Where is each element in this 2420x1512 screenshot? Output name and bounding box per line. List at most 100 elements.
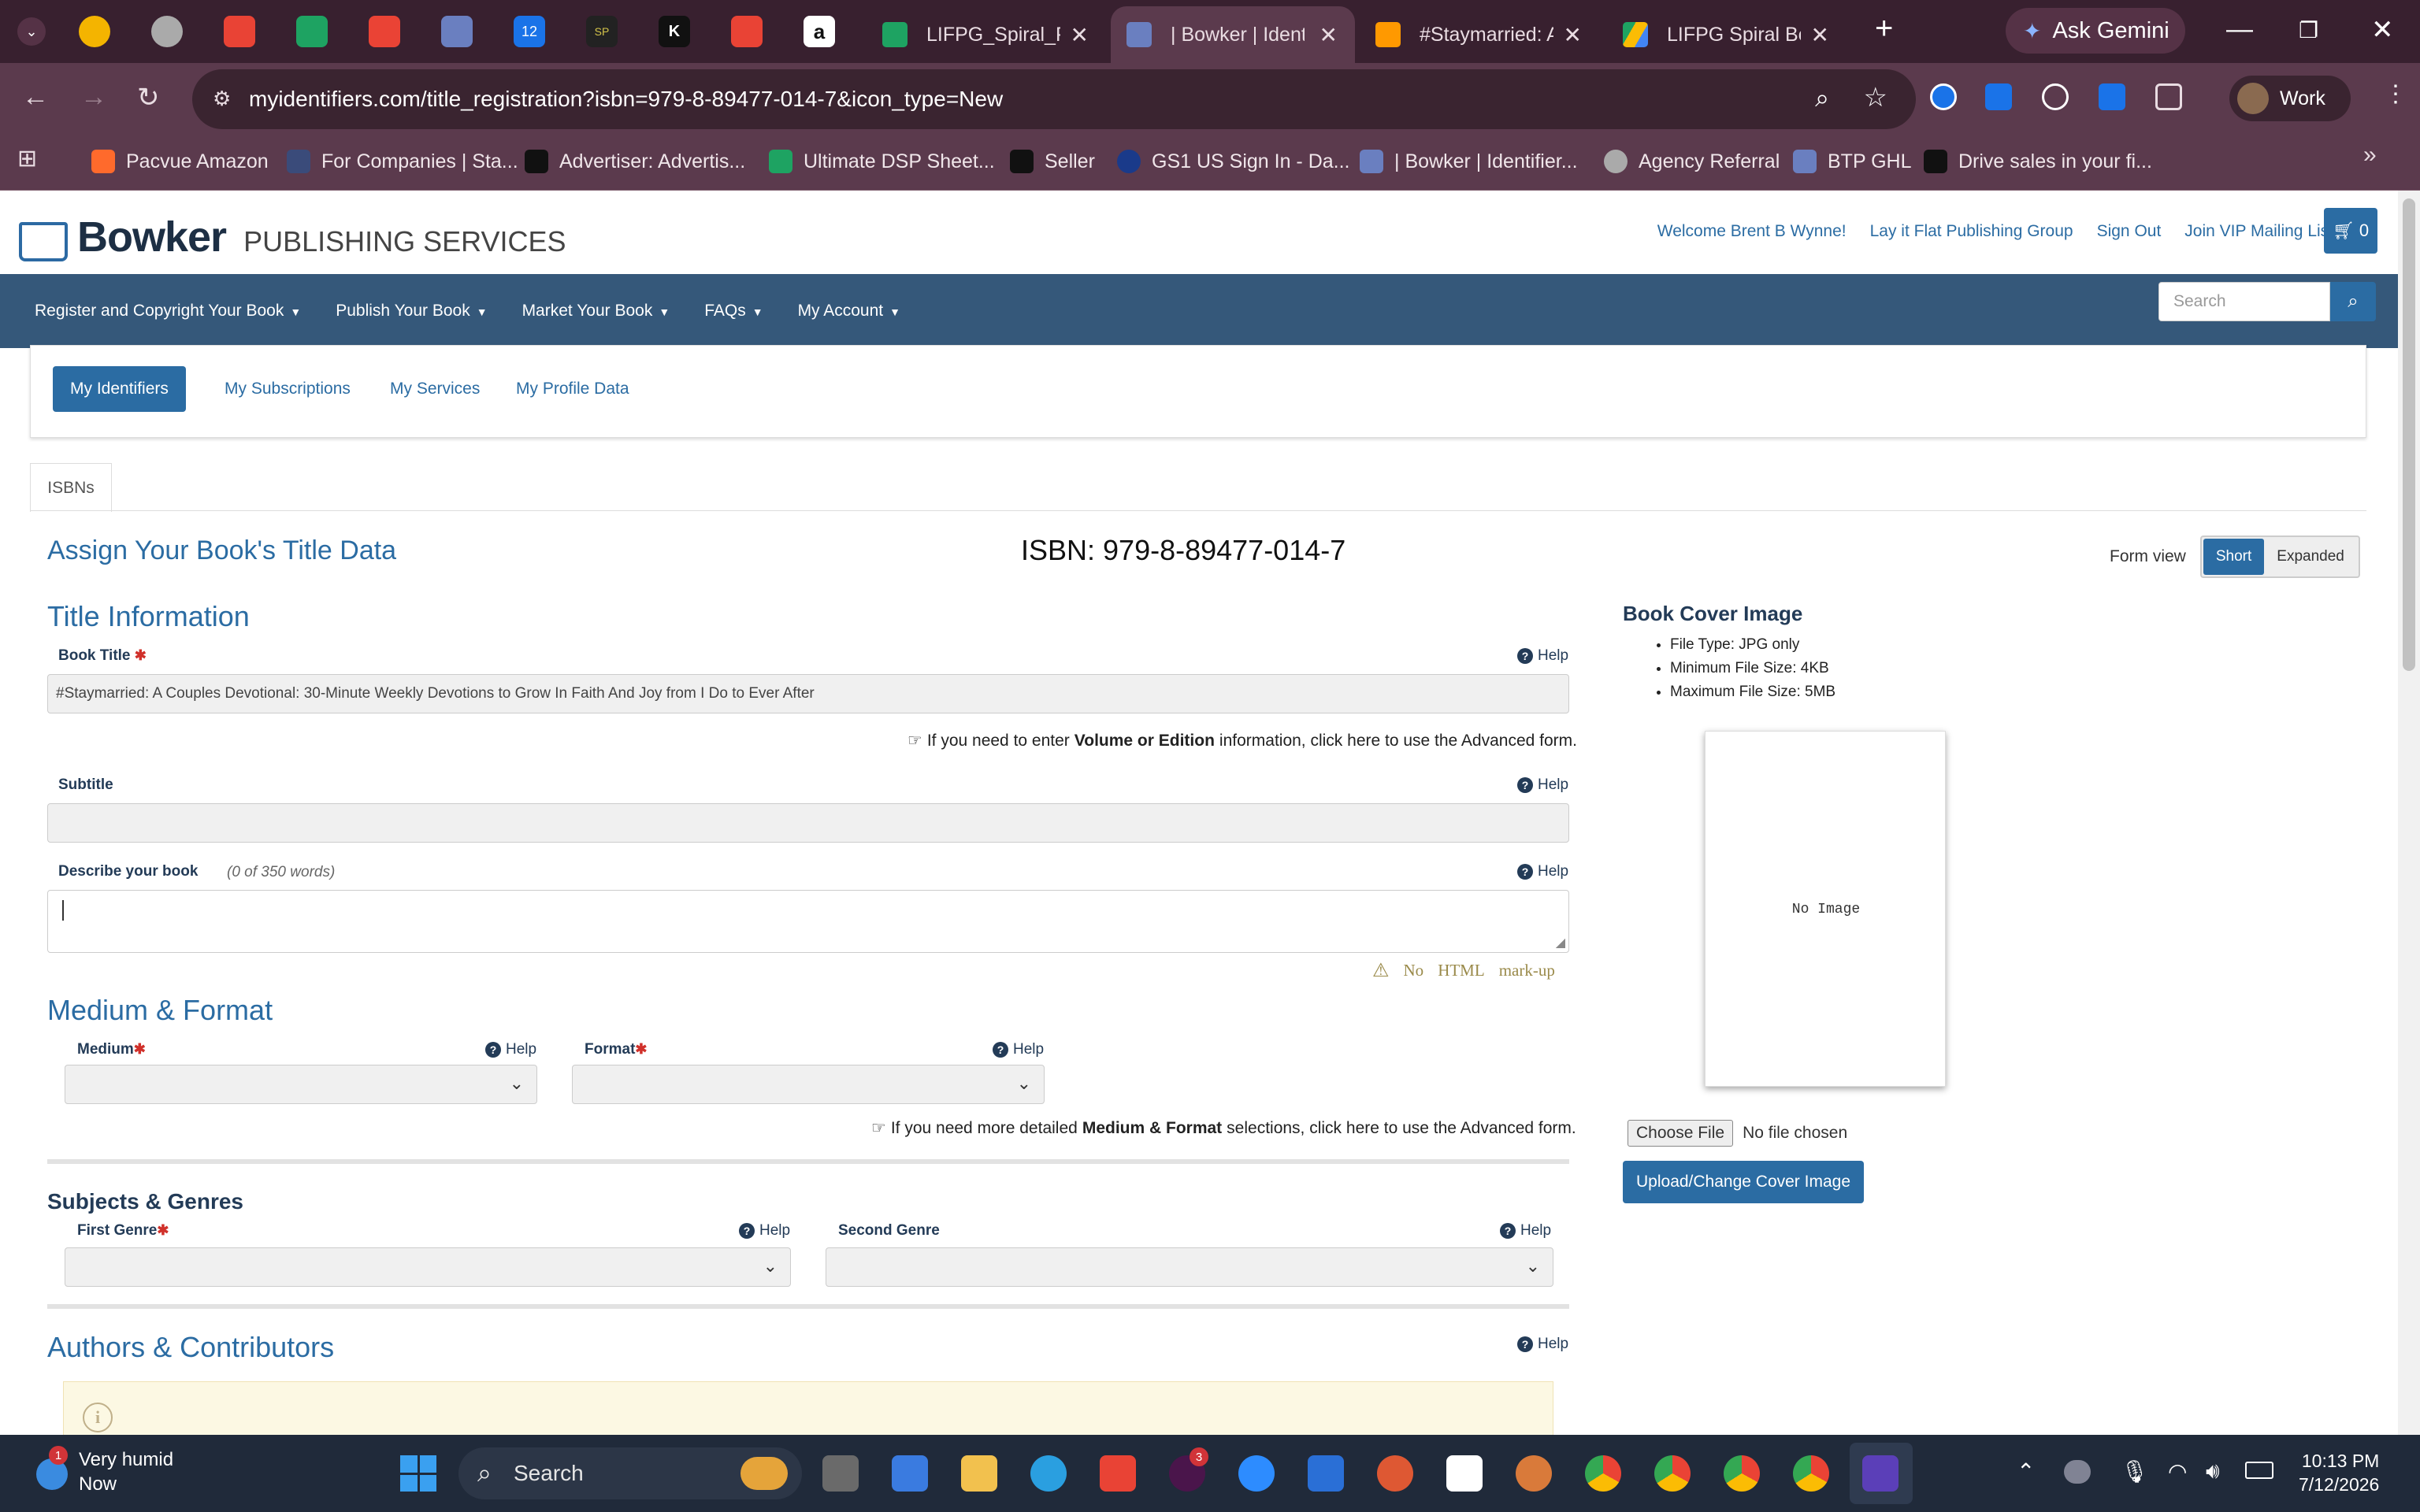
restore-icon[interactable]: ❐ xyxy=(2299,17,2318,43)
site-search-button[interactable]: ⌕ xyxy=(2330,282,2376,321)
windows-start-icon[interactable] xyxy=(400,1455,436,1492)
tab-bowker-identif[interactable]: | Bowker | Identif ✕ xyxy=(1111,6,1355,63)
upload-cover-button[interactable]: Upload/Change Cover Image xyxy=(1623,1161,1864,1203)
address-bar[interactable]: ⚙ myidentifiers.com/title_registration?i… xyxy=(192,69,1916,129)
bookmark-item[interactable]: Seller xyxy=(1010,143,1095,180)
back-icon[interactable]: ← xyxy=(22,82,49,113)
choose-file-button[interactable]: Choose File xyxy=(1628,1120,1734,1147)
medium-select[interactable]: ⌄ xyxy=(65,1065,537,1104)
tab-staymarried[interactable]: #Staymarried: A ✕ xyxy=(1360,6,1599,63)
reload-icon[interactable]: ↻ xyxy=(137,82,160,113)
active-app-icon[interactable] xyxy=(1862,1455,1899,1492)
advanced-form-note[interactable]: ☞ If you need to enter Volume or Edition… xyxy=(908,731,1577,750)
pinned-tab-bulb-icon[interactable] xyxy=(79,16,110,47)
apps-grid-icon[interactable]: ⊞ xyxy=(17,145,37,172)
scrollbar-thumb[interactable] xyxy=(2403,198,2415,671)
nav-faqs[interactable]: FAQs ▼ xyxy=(704,302,763,321)
page-scrollbar[interactable] xyxy=(2398,191,2420,1435)
close-icon[interactable]: ✕ xyxy=(1811,22,1829,48)
chrome-profile-icon[interactable] xyxy=(1654,1455,1691,1492)
bookmark-item[interactable]: Drive sales in your fi... xyxy=(1924,143,2152,180)
second-genre-select[interactable]: ⌄ xyxy=(826,1247,1553,1287)
form-view-expanded-button[interactable]: Expanded xyxy=(2264,539,2357,575)
close-icon[interactable]: ✕ xyxy=(1071,22,1089,48)
bookmark-item[interactable]: Agency Referral xyxy=(1604,143,1780,180)
bookmark-item[interactable]: GS1 US Sign In - Da... xyxy=(1117,143,1350,180)
subtitle-input[interactable] xyxy=(47,803,1569,843)
profile-button[interactable]: Work xyxy=(2229,76,2351,121)
vip-mailing-link[interactable]: Join VIP Mailing List xyxy=(2184,222,2333,241)
tab-search-icon[interactable]: ⌄ xyxy=(17,17,46,46)
zoom-icon[interactable]: ⌕ xyxy=(1815,83,1829,113)
bookmark-item[interactable]: Pacvue Amazon xyxy=(91,143,269,180)
ask-gemini-button[interactable]: ✦ Ask Gemini xyxy=(2006,8,2185,54)
help-link[interactable]: ? Help xyxy=(1517,1336,1568,1353)
pinned-tab-calendar-icon[interactable]: 12 xyxy=(514,16,545,47)
help-link[interactable]: ? Help xyxy=(993,1041,1044,1058)
weather-widget[interactable]: Very humid Now xyxy=(79,1447,173,1496)
nav-publish[interactable]: Publish Your Book ▼ xyxy=(336,302,487,321)
book-title-input[interactable]: #Staymarried: A Couples Devotional: 30-M… xyxy=(47,674,1569,713)
help-link[interactable]: ? Help xyxy=(739,1222,790,1240)
volume-icon[interactable]: 🔊︎ xyxy=(2206,1458,2220,1484)
store-icon[interactable] xyxy=(1308,1455,1344,1492)
nav-market[interactable]: Market Your Book ▼ xyxy=(522,302,670,321)
wifi-icon[interactable]: ◠ xyxy=(2168,1458,2187,1484)
subnav-my-services[interactable]: My Services xyxy=(373,366,497,412)
bookmark-item[interactable]: Ultimate DSP Sheet... xyxy=(769,143,995,180)
medium-advanced-note[interactable]: ☞ If you need more detailed Medium & For… xyxy=(871,1118,1576,1138)
help-link[interactable]: ? Help xyxy=(1517,647,1568,665)
chrome-icon[interactable] xyxy=(1585,1455,1621,1492)
tab-lifpg-spiral-bou[interactable]: LIFPG Spiral Bou ✕ xyxy=(1607,6,1847,63)
pinned-tab-app2-icon[interactable] xyxy=(731,16,763,47)
cart-button[interactable]: 🛒︎ 0 xyxy=(2324,208,2377,254)
pinned-tab-globe-icon[interactable] xyxy=(151,16,183,47)
pinned-tab-gmail-icon[interactable] xyxy=(369,16,400,47)
close-icon[interactable]: ✕ xyxy=(1319,22,1338,48)
more-bookmarks-icon[interactable]: » xyxy=(2363,142,2377,169)
bookmark-item[interactable]: | Bowker | Identifier... xyxy=(1360,143,1578,180)
copilot-icon[interactable] xyxy=(892,1455,928,1492)
nav-my-account[interactable]: My Account ▼ xyxy=(798,302,900,321)
system-clock[interactable]: 10:13 PM 7/12/2026 xyxy=(2299,1449,2379,1496)
tab-isbns[interactable]: ISBNs xyxy=(30,463,112,512)
resize-handle-icon[interactable]: ◢ xyxy=(1556,935,1565,951)
subnav-my-profile-data[interactable]: My Profile Data xyxy=(499,366,647,412)
chrome-profile-icon[interactable] xyxy=(1724,1455,1760,1492)
help-link[interactable]: ? Help xyxy=(1517,776,1568,794)
site-info-icon[interactable]: ⚙ xyxy=(213,87,231,111)
pinned-tab-sp-icon[interactable]: SP xyxy=(586,16,618,47)
minimize-icon[interactable]: — xyxy=(2226,14,2253,45)
edge-icon[interactable] xyxy=(1030,1455,1067,1492)
close-icon[interactable]: ✕ xyxy=(1564,22,1582,48)
pinned-tab-sheets-icon[interactable] xyxy=(296,16,328,47)
sign-out-link[interactable]: Sign Out xyxy=(2097,222,2162,241)
forward-icon[interactable]: → xyxy=(80,82,107,113)
extension-blue-icon[interactable] xyxy=(2099,83,2125,110)
capcut-icon[interactable] xyxy=(1446,1455,1483,1492)
site-search-input[interactable]: Search xyxy=(2158,282,2330,321)
taskbar-search[interactable]: ⌕ Search xyxy=(458,1447,802,1499)
pinned-tab-amazon-icon[interactable]: a xyxy=(804,16,835,47)
extension-gear-icon[interactable] xyxy=(1985,83,2012,110)
pinned-tab-diamond-icon[interactable] xyxy=(441,16,473,47)
extensions-puzzle-icon[interactable] xyxy=(2155,83,2182,110)
first-genre-select[interactable]: ⌄ xyxy=(65,1247,791,1287)
chrome-menu-icon[interactable]: ⋮ xyxy=(2384,80,2407,108)
tab-lifpg-spiral-pip[interactable]: LIFPG_Spiral_Pip ✕ xyxy=(867,6,1106,63)
extension-s-icon[interactable] xyxy=(2042,83,2069,110)
describe-textarea[interactable]: ◢ xyxy=(47,890,1569,953)
bookmark-item[interactable]: BTP GHL xyxy=(1793,143,1912,180)
bookmark-item[interactable]: For Companies | Sta... xyxy=(287,143,518,180)
microphone-icon[interactable]: 🎙︎ xyxy=(2121,1458,2149,1484)
company-link[interactable]: Lay it Flat Publishing Group xyxy=(1870,222,2073,241)
help-link[interactable]: ? Help xyxy=(1500,1222,1551,1240)
window-close-icon[interactable]: ✕ xyxy=(2371,14,2394,46)
help-link[interactable]: ? Help xyxy=(485,1041,536,1058)
subnav-my-subscriptions[interactable]: My Subscriptions xyxy=(207,366,368,412)
claude-icon[interactable] xyxy=(1516,1455,1552,1492)
bookmark-star-icon[interactable]: ☆ xyxy=(1864,82,1887,113)
duckduckgo-icon[interactable] xyxy=(1377,1455,1413,1492)
pinned-tab-k-icon[interactable]: K xyxy=(659,16,690,47)
subnav-my-identifiers[interactable]: My Identifiers xyxy=(53,366,186,412)
